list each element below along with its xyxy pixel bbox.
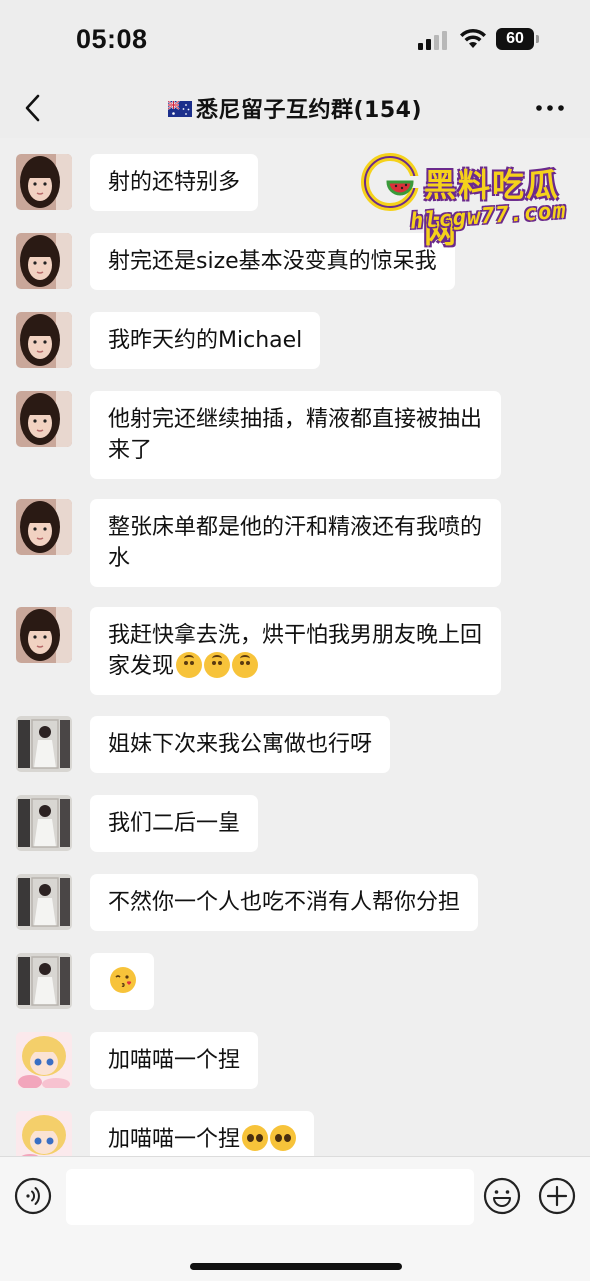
upside-down-face-icon — [176, 652, 203, 678]
more-options-icon[interactable] — [534, 96, 566, 120]
message-bubble[interactable]: 射的还特别多 — [90, 154, 259, 211]
mirror-selfie-avatar[interactable] — [16, 716, 72, 772]
message-text: 姐妹下次来我公寓做也行呀 — [108, 732, 373, 757]
message-bubble[interactable]: 我赶快拿去洗，烘干怕我男朋友晚上回家发现 — [90, 607, 501, 695]
girl-selfie-avatar[interactable] — [16, 154, 72, 210]
girl-selfie-avatar[interactable] — [16, 233, 72, 289]
upside-down-face-icon — [204, 652, 231, 678]
message-text: 他射完还继续抽插，精液都直接被抽出来了 — [108, 407, 483, 463]
chat-title: 悉尼留子互约群(154) — [0, 92, 590, 124]
girl-selfie-avatar[interactable] — [16, 312, 72, 368]
message-text: 不然你一个人也吃不消有人帮你分担 — [108, 890, 461, 915]
upside-down-face-icon — [232, 652, 259, 678]
mirror-selfie-avatar[interactable] — [16, 874, 72, 930]
message-text: 我们二后一皇 — [108, 811, 241, 836]
input-bar — [0, 1156, 590, 1281]
message-bubble[interactable]: 我们二后一皇 — [90, 795, 259, 852]
message-text: 射完还是size基本没变真的惊呆我 — [108, 249, 437, 274]
girl-selfie-avatar[interactable] — [16, 607, 72, 663]
message-bubble[interactable]: 不然你一个人也吃不消有人帮你分担 — [90, 874, 479, 931]
message-bubble[interactable]: 整张床单都是他的汗和精液还有我喷的水 — [90, 499, 501, 587]
message-bubble[interactable]: 我昨天约的Michael — [90, 312, 321, 369]
message-list[interactable]: 射的还特别多射完还是size基本没变真的惊呆我 我昨天约的Michael 他射完还继… — [0, 138, 590, 1156]
status-time: 05:08 — [76, 24, 148, 54]
voice-input-icon[interactable] — [14, 1177, 52, 1215]
emoji-face-icon[interactable] — [483, 1177, 521, 1215]
girl-selfie-avatar[interactable] — [16, 499, 72, 555]
message-text: 整张床单都是他的汗和精液还有我喷的水 — [108, 515, 483, 571]
message-text: 加喵喵一个捏 — [108, 1127, 241, 1152]
wifi-icon — [460, 28, 486, 48]
message-bubble[interactable]: 加喵喵一个捏 — [90, 1111, 315, 1156]
australia-flag-icon — [167, 101, 192, 117]
nav-bar: 悉尼留子互约群(154) — [0, 78, 590, 138]
chat-title-text: 悉尼留子互约群(154) — [195, 98, 423, 123]
kissing-heart-face-icon — [110, 967, 136, 993]
message-text: 射的还特别多 — [108, 170, 241, 195]
message-bubble[interactable]: 射完还是size基本没变真的惊呆我 — [90, 233, 455, 290]
status-bar: 05:08 60 — [0, 0, 590, 78]
home-indicator — [190, 1263, 402, 1270]
message-bubble[interactable]: 加喵喵一个捏 — [90, 1032, 259, 1089]
message-text: 加喵喵一个捏 — [108, 1048, 241, 1073]
anime-girl-avatar[interactable] — [16, 1111, 72, 1156]
message-text: 我赶快拿去洗，烘干怕我男朋友晚上回家发现 — [108, 623, 483, 679]
message-bubble[interactable]: 他射完还继续抽插，精液都直接被抽出来了 — [90, 391, 501, 479]
mirror-selfie-avatar[interactable] — [16, 953, 72, 1009]
plus-circle-icon[interactable] — [538, 1177, 576, 1215]
girl-selfie-avatar[interactable] — [16, 391, 72, 447]
mirror-selfie-avatar[interactable] — [16, 795, 72, 851]
message-text: 我昨天约的Michael — [108, 328, 303, 353]
battery-indicator: 60 — [496, 28, 539, 50]
message-bubble[interactable]: 姐妹下次来我公寓做也行呀 — [90, 716, 391, 773]
cellular-signal-icon — [418, 30, 450, 50]
anime-girl-avatar[interactable] — [16, 1032, 72, 1088]
message-input[interactable] — [66, 1169, 474, 1225]
message-bubble[interactable] — [90, 953, 154, 1010]
pleading-face-icon — [270, 1125, 297, 1151]
pleading-face-icon — [242, 1125, 269, 1151]
